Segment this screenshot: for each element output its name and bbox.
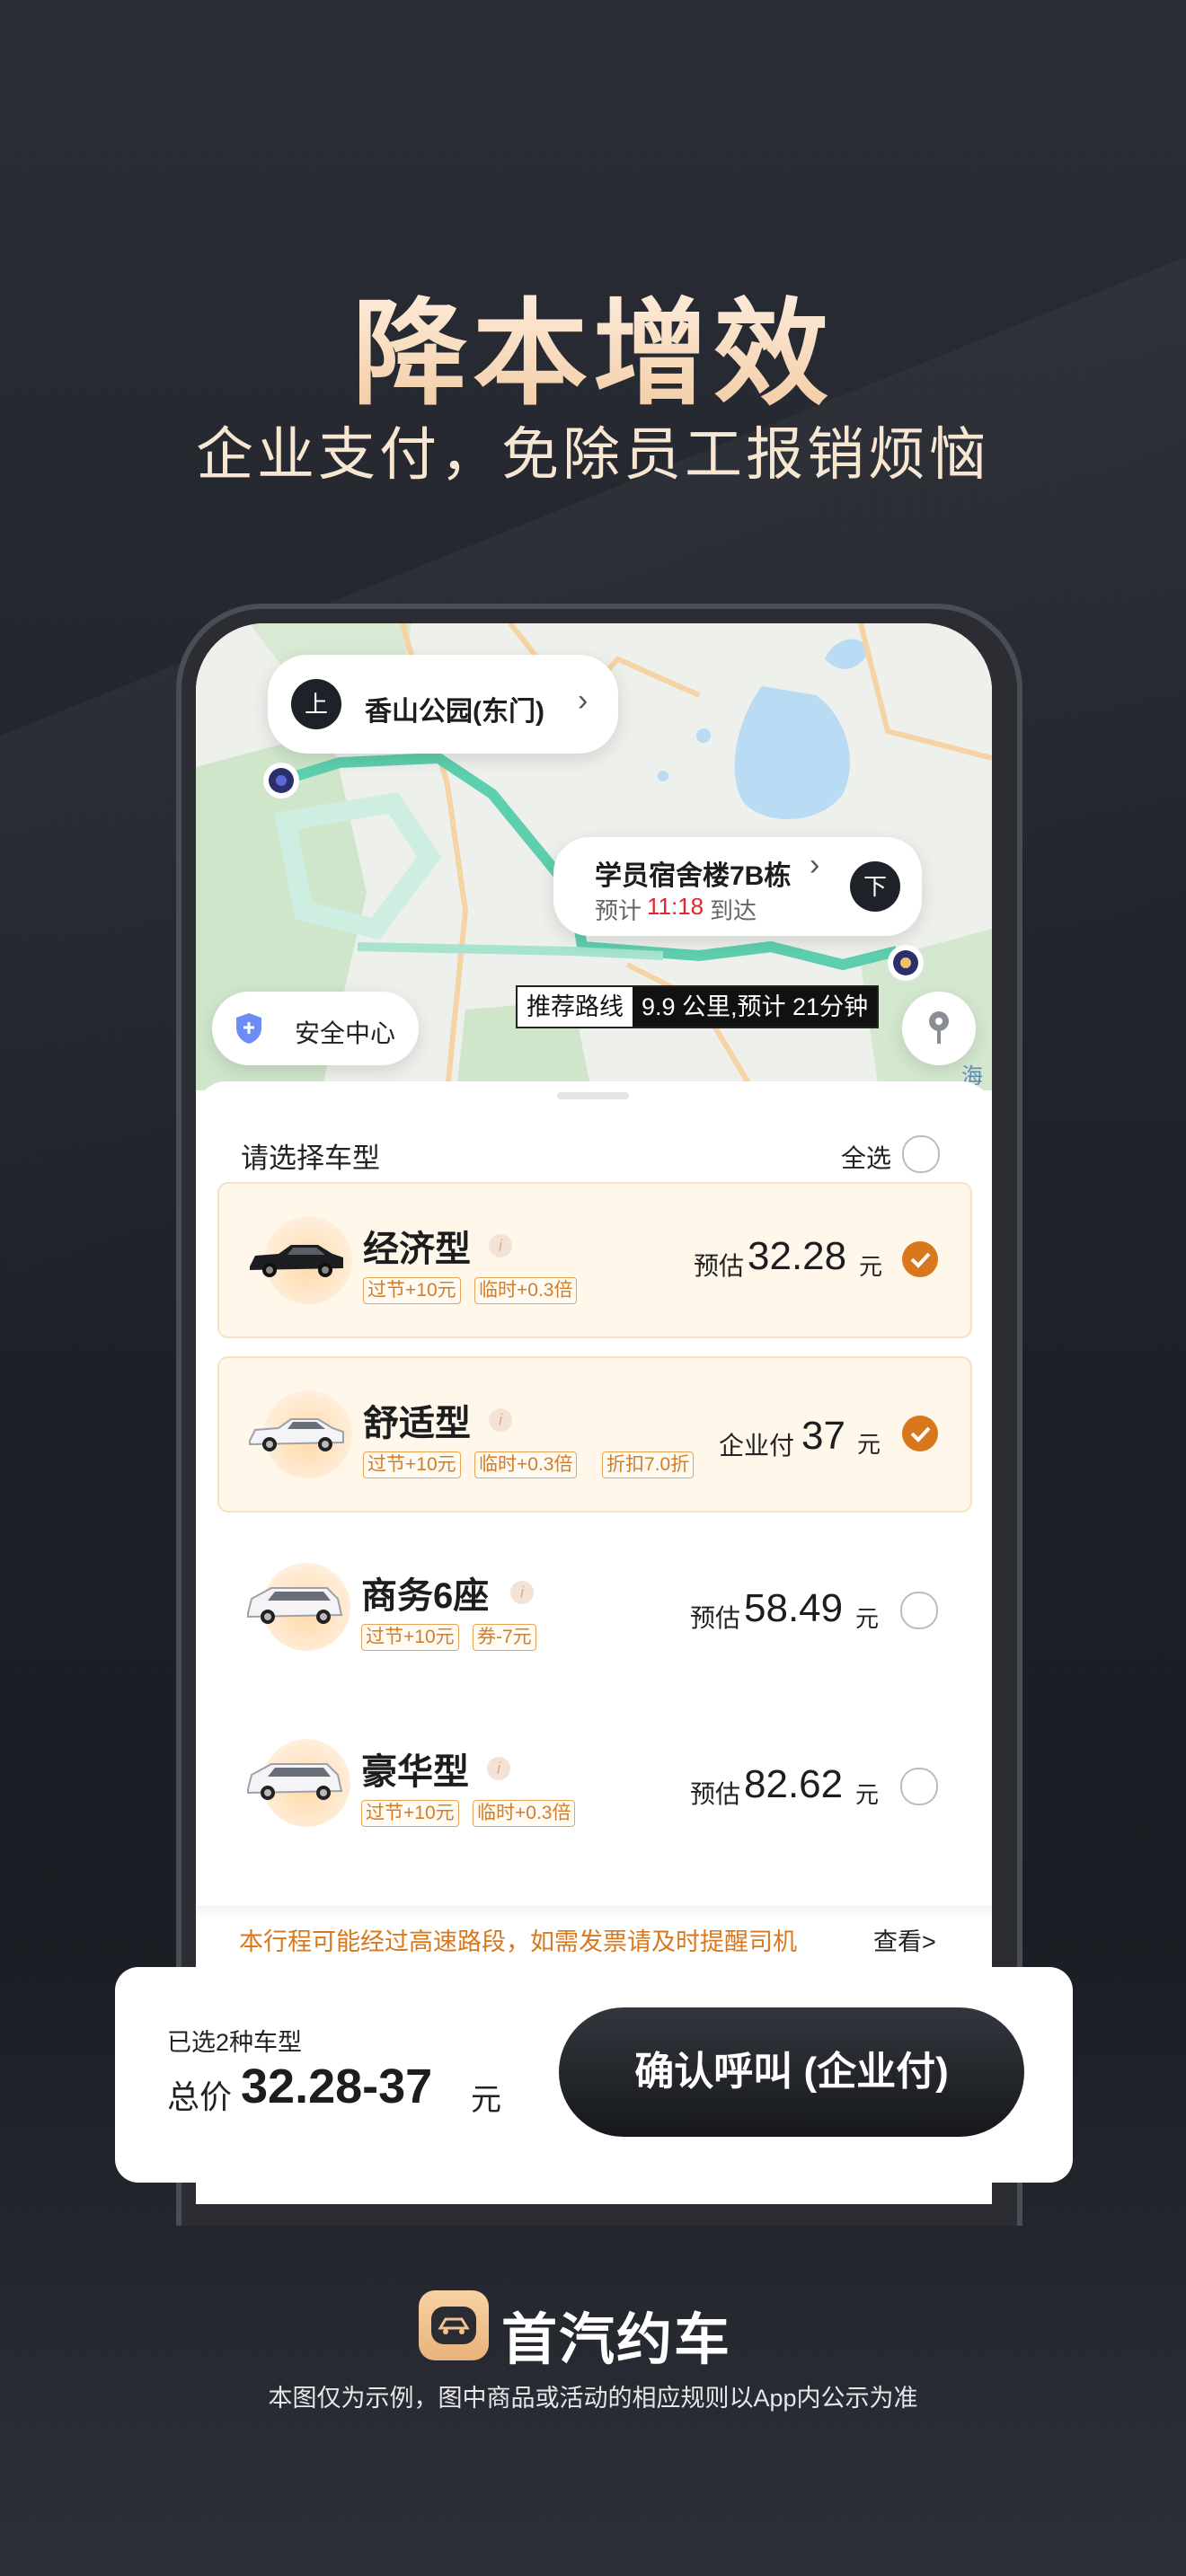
car-checkbox-unchecked[interactable] xyxy=(900,1592,938,1629)
car-checkbox-checked[interactable] xyxy=(902,1416,938,1451)
select-all-checkbox[interactable] xyxy=(902,1135,940,1173)
price-unit: 元 xyxy=(859,1253,883,1280)
price-tag: 过节+10元 xyxy=(363,1451,461,1478)
total-unit: 元 xyxy=(471,2083,501,2117)
white-sedan-icon xyxy=(249,1418,344,1451)
info-icon[interactable]: i xyxy=(487,1757,510,1780)
info-icon[interactable]: i xyxy=(510,1581,534,1604)
dropoff-badge: 下 xyxy=(850,861,900,912)
info-icon[interactable]: i xyxy=(489,1408,512,1432)
eta-prefix: 预计 xyxy=(595,897,642,924)
price-tag: 过节+10元 xyxy=(363,1277,461,1304)
price-label: 预估 xyxy=(690,1780,741,1808)
price-value: 82.62 xyxy=(744,1762,844,1806)
car-checkbox-checked[interactable] xyxy=(902,1241,938,1277)
view-link[interactable]: 查看> xyxy=(873,1922,936,1957)
price-unit: 元 xyxy=(857,1431,881,1458)
pickup-badge: 上 xyxy=(291,679,341,729)
price-tag: 临时+0.3倍 xyxy=(474,1451,578,1478)
car-logo-icon xyxy=(431,2307,476,2344)
route-info-label: 推荐路线 9.9 公里,预计 21分钟 xyxy=(516,985,880,1028)
confirm-call-button[interactable]: 确认呼叫 (企业付) xyxy=(559,2007,1024,2137)
notice-divider xyxy=(196,1906,992,1920)
subheadline: 企业支付，免除员工报销烦恼 xyxy=(196,422,990,487)
price-tag: 临时+0.3倍 xyxy=(474,1277,578,1304)
order-summary-bar: 已选2种车型 总价 32.28-37 元 确认呼叫 (企业付) xyxy=(115,1967,1073,2183)
price-unit: 元 xyxy=(855,1781,880,1808)
locate-button[interactable] xyxy=(902,992,976,1065)
price-label: 预估 xyxy=(694,1252,745,1280)
brand-row: 首汽约车 xyxy=(419,2289,778,2371)
price-value: 32.28 xyxy=(748,1234,847,1278)
safety-center-button[interactable]: 安全中心 xyxy=(212,992,419,1065)
brand-logo-icon xyxy=(419,2290,489,2360)
car-option-comfort[interactable]: 舒适型 i 过节+10元 临时+0.3倍 折扣7.0折 企业付 37 元 xyxy=(217,1356,972,1513)
selected-count: 已选2种车型 xyxy=(167,2029,303,2056)
sheet-title: 请选择车型 xyxy=(241,1142,380,1174)
car-option-economy[interactable]: 经济型 i 过节+10元 临时+0.3倍 预估 32.28 元 xyxy=(217,1182,972,1338)
checkmark-icon xyxy=(910,1252,931,1268)
eta-time: 11:18 xyxy=(647,893,704,920)
price-tag: 过节+10元 xyxy=(361,1624,459,1651)
car-option-business6[interactable]: 商务6座 i 过节+10元 券-7元 预估 58.49 元 xyxy=(217,1531,969,1683)
price-tag: 临时+0.3倍 xyxy=(473,1800,576,1827)
car-name: 豪华型 xyxy=(361,1752,469,1792)
eta-suffix: 到达 xyxy=(710,897,757,924)
pickup-name: 香山公园(东门) xyxy=(365,697,544,727)
price-value: 58.49 xyxy=(744,1586,844,1630)
route-map[interactable]: 上 香山公园(东门) › 学员宿舍楼7B栋 › 预计 11:18 到达 下 推荐… xyxy=(196,623,992,1090)
white-mpv-icon xyxy=(247,1763,343,1800)
dropoff-pill[interactable]: 学员宿舍楼7B栋 › 预计 11:18 到达 下 xyxy=(553,837,922,936)
location-pin-icon xyxy=(929,1011,949,1044)
chevron-right-icon: › xyxy=(810,848,820,882)
route-info: 9.9 公里,预计 21分钟 xyxy=(633,987,878,1027)
price-label: 预估 xyxy=(690,1604,741,1632)
price-label: 企业付 xyxy=(719,1432,795,1460)
dropoff-name: 学员宿舍楼7B栋 xyxy=(595,861,792,891)
total-range: 32.28-37 xyxy=(241,2060,433,2113)
highway-notice: 本行程可能经过高速路段，如需发票请及时提醒司机 xyxy=(239,1928,797,1955)
drag-handle[interactable] xyxy=(557,1092,629,1099)
shield-icon xyxy=(236,1013,261,1044)
route-label: 推荐路线 xyxy=(527,993,624,1020)
black-sedan-icon xyxy=(250,1245,343,1277)
chevron-right-icon: › xyxy=(578,684,589,718)
disclaimer: 本图仅为示例，图中商品或活动的相应规则以App内公示为准 xyxy=(268,2385,918,2412)
price-value: 37 xyxy=(801,1414,845,1458)
total-label: 总价 xyxy=(167,2078,233,2115)
price-tag: 折扣7.0折 xyxy=(602,1451,695,1478)
white-mpv-icon xyxy=(247,1587,343,1624)
select-all-label[interactable]: 全选 xyxy=(841,1139,891,1175)
info-icon[interactable]: i xyxy=(489,1234,512,1257)
car-name: 舒适型 xyxy=(363,1404,471,1443)
brand-name: 首汽约车 xyxy=(501,2309,732,2371)
car-name: 商务6座 xyxy=(361,1576,490,1616)
car-option-luxury[interactable]: 豪华型 i 过节+10元 临时+0.3倍 预估 82.62 元 xyxy=(217,1707,969,1859)
price-unit: 元 xyxy=(855,1605,880,1632)
car-name: 经济型 xyxy=(363,1230,471,1269)
price-tag: 券-7元 xyxy=(473,1624,536,1651)
car-checkbox-unchecked[interactable] xyxy=(900,1768,938,1805)
headline: 降本增效 xyxy=(0,260,1186,427)
safety-center-label: 安全中心 xyxy=(295,1019,396,1047)
checkmark-icon xyxy=(910,1426,931,1442)
pickup-pill[interactable]: 上 香山公园(东门) › xyxy=(268,655,618,754)
price-tag: 过节+10元 xyxy=(361,1800,459,1827)
